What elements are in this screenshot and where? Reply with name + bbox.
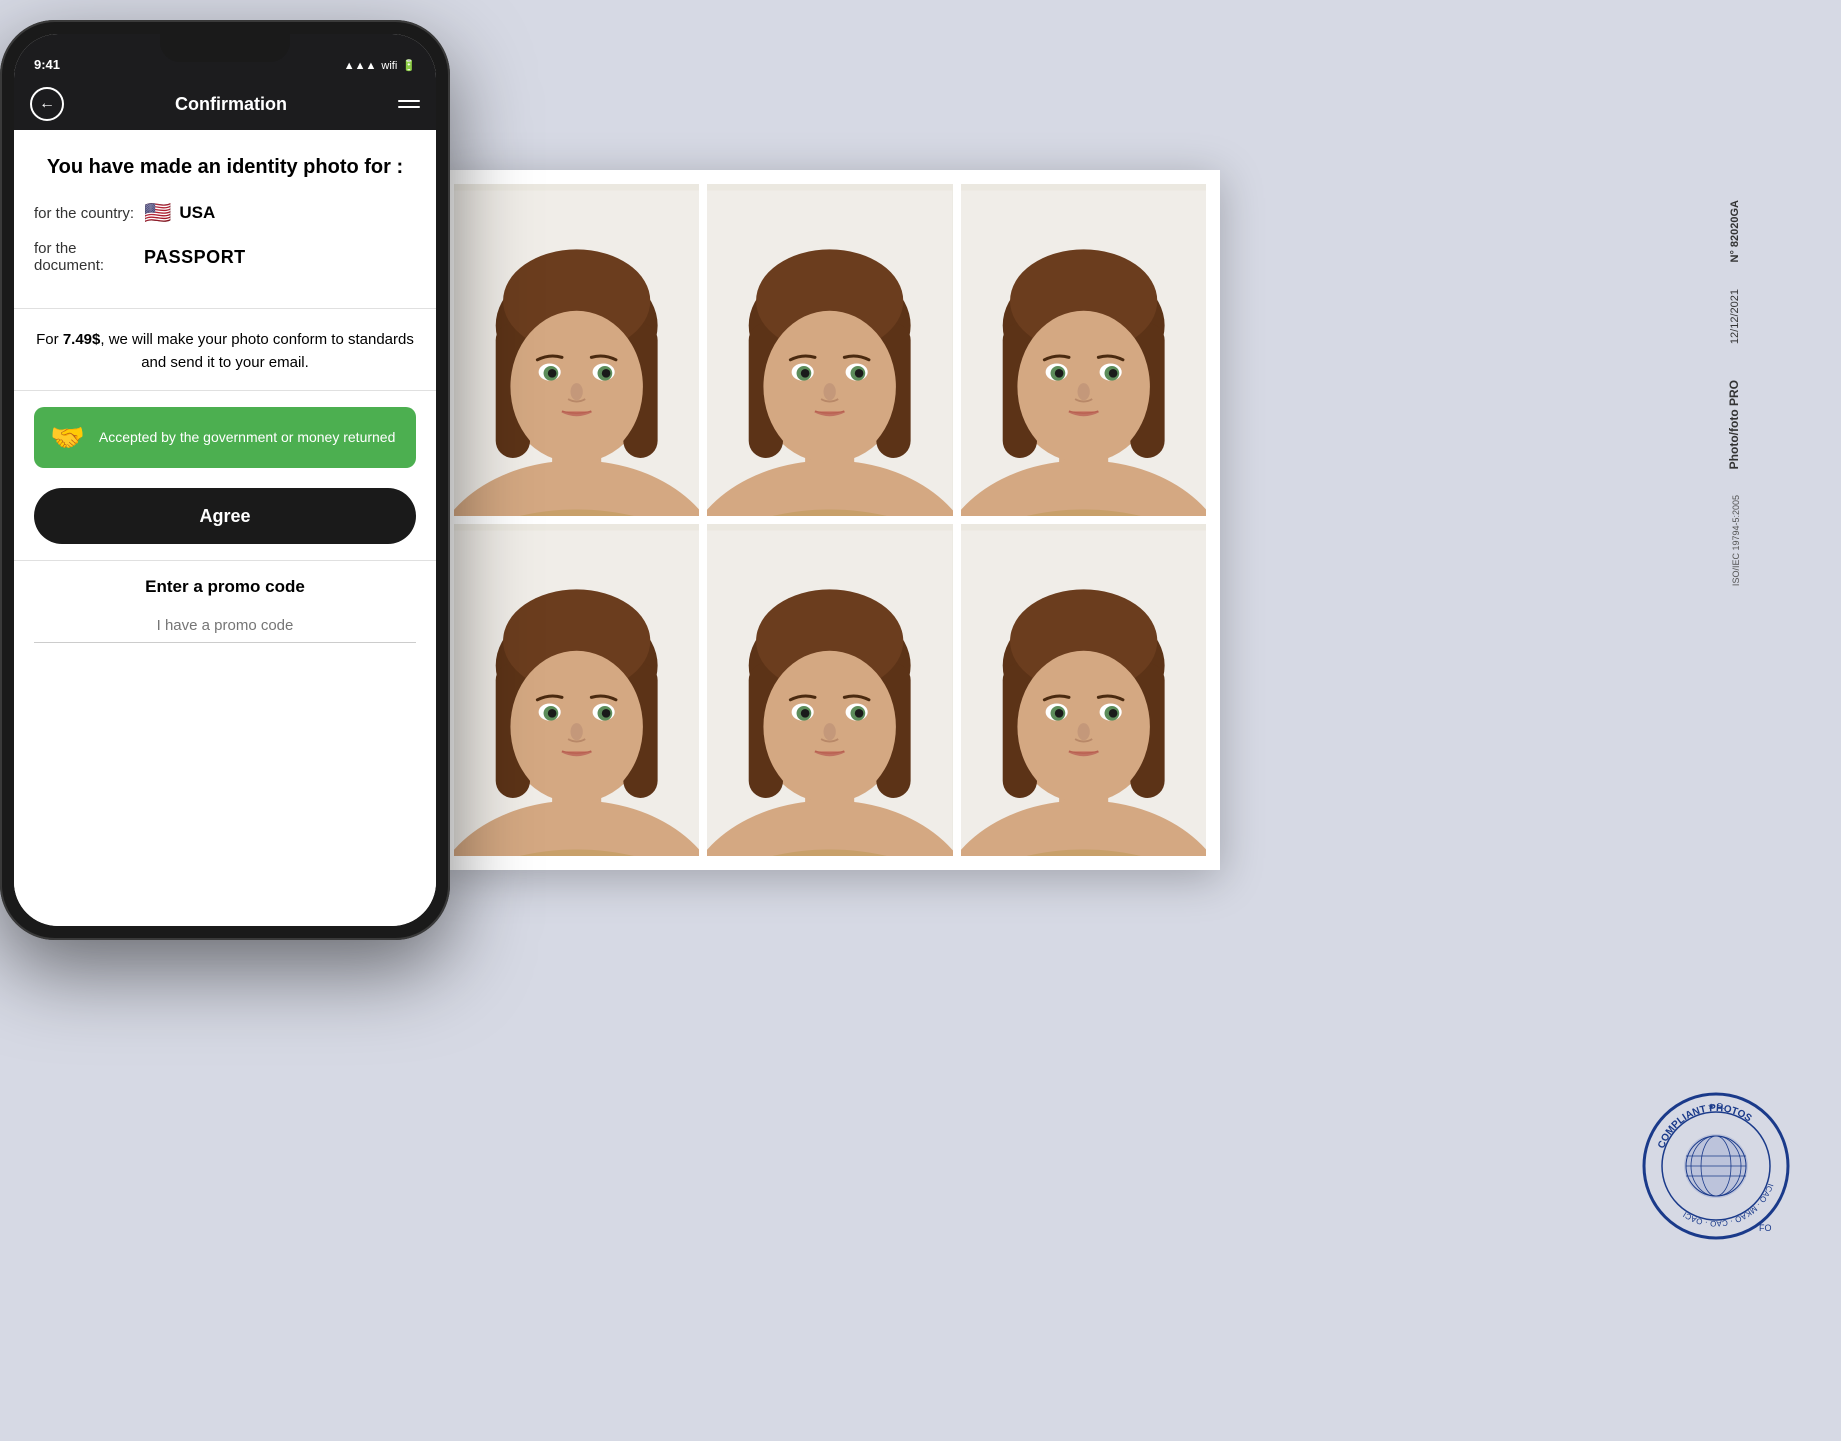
phone-shell: 9:41 ▲▲▲ wifi 🔋 ← Confirmation xyxy=(0,20,450,940)
price-text: For 7.49$, we will make your photo confo… xyxy=(34,329,416,374)
wifi-icon: wifi xyxy=(381,60,397,72)
signal-icon: ▲▲▲ xyxy=(344,60,377,72)
identity-title: You have made an identity photo for : xyxy=(34,154,416,180)
standard-1: ISO/IEC 19794-5:2005 xyxy=(1731,495,1741,586)
back-icon: ← xyxy=(39,95,55,113)
document-row: for the document: PASSPORT xyxy=(34,240,416,274)
battery-icon: 🔋 xyxy=(402,59,416,72)
photo-cell-5 xyxy=(707,524,952,856)
photo-cell-4 xyxy=(454,524,699,856)
photo-sheet xyxy=(440,170,1220,870)
status-icons: ▲▲▲ wifi 🔋 xyxy=(344,59,416,72)
menu-line-1 xyxy=(398,100,420,102)
promo-input[interactable] xyxy=(34,609,416,643)
country-value-container: 🇺🇸 USA xyxy=(144,200,215,226)
svg-text:FO: FO xyxy=(1759,1223,1772,1233)
nav-bar: ← Confirmation xyxy=(14,78,436,130)
screen-content: You have made an identity photo for : fo… xyxy=(14,130,436,926)
promo-section: Enter a promo code xyxy=(14,560,436,663)
phone-container: 9:41 ▲▲▲ wifi 🔋 ← Confirmation xyxy=(0,20,460,1400)
price-section: For 7.49$, we will make your photo confo… xyxy=(14,309,436,391)
usa-flag: 🇺🇸 xyxy=(144,200,171,226)
status-time: 9:41 xyxy=(34,57,60,72)
document-value-container: PASSPORT xyxy=(144,247,246,268)
sheet-date: 12/12/2021 xyxy=(1729,289,1741,344)
identity-section: You have made an identity photo for : fo… xyxy=(14,130,436,309)
country-name: USA xyxy=(179,203,215,223)
handshake-icon: 🤝 xyxy=(50,421,85,454)
country-label: for the country: xyxy=(34,205,144,222)
photo-cell-2 xyxy=(707,184,952,516)
identity-details: for the country: 🇺🇸 USA for the document… xyxy=(34,200,416,274)
document-type: PASSPORT xyxy=(144,247,246,268)
agree-section: Agree xyxy=(14,484,436,560)
serial-number: N° 82020GA xyxy=(1729,200,1741,263)
nav-title: Confirmation xyxy=(175,94,287,115)
price-amount: 7.49$ xyxy=(63,331,101,348)
menu-button[interactable] xyxy=(398,100,420,108)
promo-title: Enter a promo code xyxy=(34,577,416,597)
phone-notch xyxy=(160,34,290,62)
guarantee-text: Accepted by the government or money retu… xyxy=(99,428,396,448)
agree-button[interactable]: Agree xyxy=(34,488,416,544)
photo-cell-3 xyxy=(961,184,1206,516)
photo-grid xyxy=(440,170,1220,870)
phone-screen: 9:41 ▲▲▲ wifi 🔋 ← Confirmation xyxy=(14,34,436,926)
photo-cell-6 xyxy=(961,524,1206,856)
document-label: for the document: xyxy=(34,240,144,274)
side-panel: N° 82020GA 12/12/2021 Photo/foto PRO ISO… xyxy=(1727,200,1741,586)
brand-name: Photo/foto PRO xyxy=(1727,380,1741,469)
back-button[interactable]: ← xyxy=(30,87,64,121)
menu-line-2 xyxy=(398,106,420,108)
country-row: for the country: 🇺🇸 USA xyxy=(34,200,416,226)
guarantee-banner: 🤝 Accepted by the government or money re… xyxy=(34,407,416,468)
compliance-stamp: ★ S. COMPLIANT PHOTOS ICAO · MKAO · CAO … xyxy=(1641,1091,1791,1241)
photo-cell-1 xyxy=(454,184,699,516)
